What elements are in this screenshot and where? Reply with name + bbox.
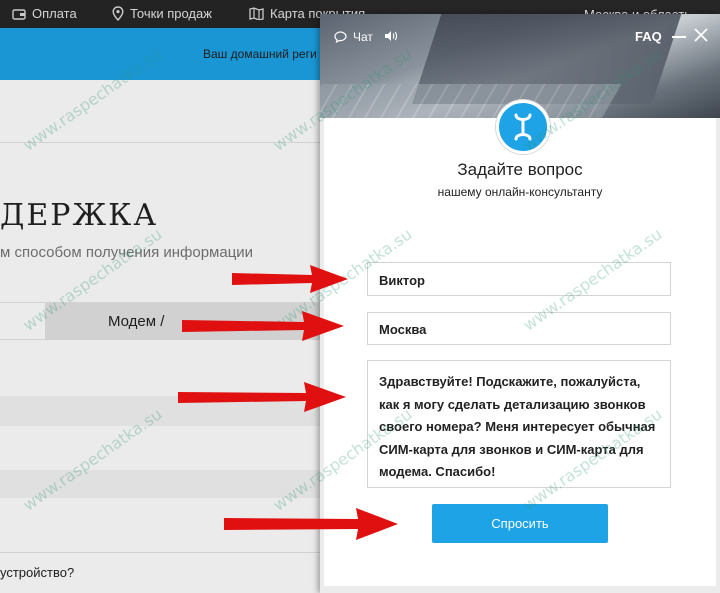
chat-bubble-icon — [334, 31, 347, 43]
brand-logo — [496, 100, 550, 154]
yota-logo-icon — [514, 113, 532, 141]
close-icon[interactable] — [694, 28, 708, 42]
ask-button[interactable]: Спросить — [432, 504, 608, 543]
form-title: Задайте вопрос — [457, 160, 583, 179]
chat-tab-label: Чат — [353, 30, 373, 44]
message-textarea[interactable]: Здравствуйте! Подскажите, пожалуйста, ка… — [367, 360, 671, 488]
chat-widget-panel: Чат FAQ Задайте вопрос нашему онлайн-кон… — [320, 14, 720, 593]
chat-tab[interactable]: Чат — [334, 30, 373, 44]
name-input[interactable]: Виктор — [367, 262, 671, 296]
minimize-icon[interactable] — [672, 36, 686, 38]
sound-icon[interactable] — [384, 30, 398, 42]
laptop-keyboard-shape — [320, 84, 622, 118]
form-subtitle: нашему онлайн-консультанту — [437, 185, 603, 199]
faq-link[interactable]: FAQ — [635, 29, 662, 44]
city-input[interactable]: Москва — [367, 312, 671, 345]
page-dim-overlay — [0, 0, 320, 593]
